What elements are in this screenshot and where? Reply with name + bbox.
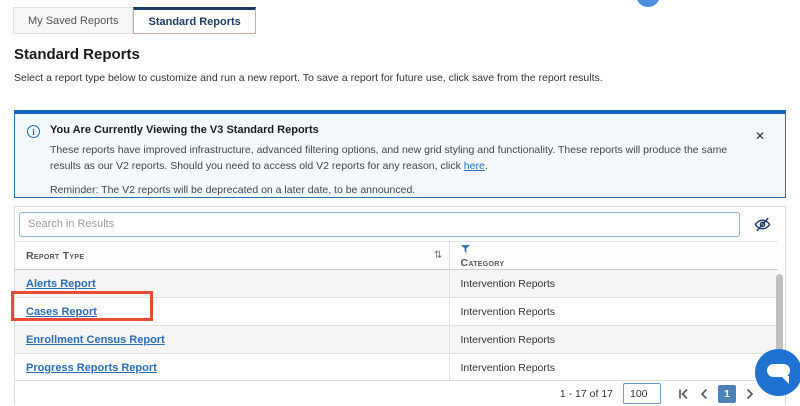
column-header-report-type[interactable]: Report Type ⇅ [15,241,449,270]
alerts-report-link[interactable]: Alerts Report [26,278,96,290]
cutoff-help-dot [636,0,660,7]
table-row-alerts-report: Alerts Report Intervention Reports [15,269,778,298]
previous-page-icon[interactable] [699,388,709,400]
next-page-icon[interactable] [745,388,755,400]
tab-my-saved-reports[interactable]: My Saved Reports [13,7,134,34]
info-icon: i [27,125,40,138]
category-header-label: Category [460,257,505,269]
banner-title: You Are Currently Viewing the V3 Standar… [50,124,319,136]
sort-icon[interactable]: ⇅ [434,250,443,261]
category-cell: Intervention Reports [448,353,778,382]
filter-icon[interactable] [460,244,773,256]
chat-launcher-button[interactable] [755,349,800,396]
report-tabs: My Saved Reports Standard Reports [13,7,256,34]
pagination-bar: 1 - 17 of 17 1 [15,380,785,406]
first-page-icon[interactable] [677,388,690,400]
table-row-progress-reports-report: Progress Reports Report Intervention Rep… [15,353,778,382]
v3-info-banner: i You Are Currently Viewing the V3 Stand… [14,110,786,198]
category-cell: Intervention Reports [448,325,778,354]
close-icon[interactable]: ✕ [755,130,765,142]
cases-report-link[interactable]: Cases Report [26,306,97,318]
column-header-category[interactable]: Category [448,241,778,270]
banner-reminder: Reminder: The V2 reports will be depreca… [50,183,416,196]
table-row-cases-report: Cases Report Intervention Reports [15,297,778,326]
page-description: Select a report type below to customize … [14,72,603,84]
progress-reports-report-link[interactable]: Progress Reports Report [26,362,157,374]
reports-grid: Report Type ⇅ Category Alerts Report Int… [14,206,786,406]
current-page-button[interactable]: 1 [718,384,736,403]
category-cell: Intervention Reports [448,297,778,326]
hide-search-icon[interactable] [754,216,771,233]
banner-body-period: . [484,159,488,172]
reports-table: Report Type ⇅ Category Alerts Report Int… [15,241,778,382]
banner-body: These reports have improved infrastructu… [50,143,745,175]
chat-bubble-tail [781,376,789,384]
pagination-range-text: 1 - 17 of 17 [559,387,613,400]
banner-body-text: These reports have improved infrastructu… [50,144,728,172]
enrollment-census-report-link[interactable]: Enrollment Census Report [26,334,165,346]
report-type-header-label: Report Type [26,249,85,262]
grid-search-row [15,207,785,241]
tab-standard-reports[interactable]: Standard Reports [133,7,256,34]
table-row-enrollment-census-report: Enrollment Census Report Intervention Re… [15,325,778,354]
search-input[interactable] [19,211,740,237]
page-size-input[interactable] [623,383,661,404]
scrollbar-thumb[interactable] [776,274,783,352]
v2-reports-link[interactable]: here [464,160,485,172]
page-title: Standard Reports [14,46,140,63]
table-header-row: Report Type ⇅ Category [15,241,778,270]
category-cell: Intervention Reports [448,269,778,298]
standard-reports-page: { "tabs": [ { "label": "My Saved Reports… [0,0,800,406]
